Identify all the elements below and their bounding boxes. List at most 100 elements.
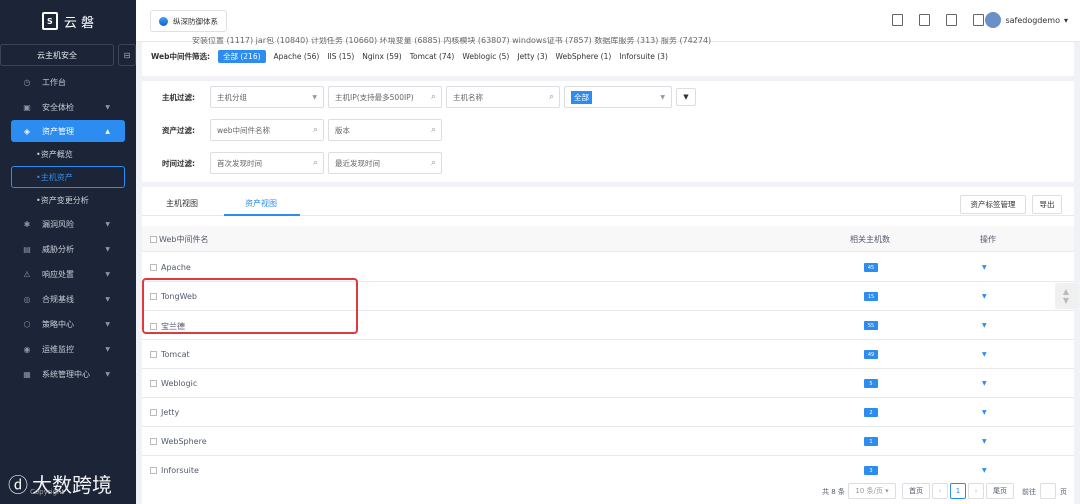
tab-host-view[interactable]: 主机视图 <box>166 198 198 209</box>
nav-policy-center[interactable]: ⬡ 策略中心 ▼ <box>0 312 136 337</box>
scroll-control[interactable]: ▲ ▼ <box>1055 283 1077 309</box>
response-icon: ⚠ <box>23 270 31 279</box>
search-icon[interactable]: ⌕ <box>431 92 436 102</box>
host-count-badge[interactable]: 15 <box>864 292 878 301</box>
nav-ops-monitor[interactable]: ◉ 运维监控 ▼ <box>0 337 136 362</box>
host-count-badge[interactable]: 49 <box>864 350 878 359</box>
prev-page-button[interactable]: ‹ <box>932 483 948 499</box>
web-filter-weblogic[interactable]: Weblogic (5) <box>462 52 509 61</box>
top-bar: 纵深防御体系 safedogdemo ▾ <box>136 0 1080 42</box>
goto-page-input[interactable] <box>1040 483 1056 499</box>
host-count-badge[interactable]: 3 <box>864 466 878 475</box>
search-icon[interactable]: ⌕ <box>431 158 436 168</box>
web-name-input[interactable]: web中间件名称 ⌕ <box>210 119 324 141</box>
row-checkbox[interactable] <box>150 409 157 416</box>
search-icon[interactable]: ⌕ <box>313 125 318 135</box>
dashboard-icon[interactable] <box>892 14 903 26</box>
expand-row-icon[interactable]: ▼ <box>982 264 987 271</box>
nav-workbench[interactable]: ◷ 工作台 <box>0 70 136 95</box>
host-group-select[interactable]: 主机分组 ▼ <box>210 86 324 108</box>
expand-row-icon[interactable]: ▼ <box>982 467 987 474</box>
status-select[interactable]: 全部 ▼ <box>564 86 672 108</box>
web-filter-nginx[interactable]: Nginx (59) <box>362 52 401 61</box>
pagination: 共 8 条 10 条/页 ▾ 首页 ‹ 1 › 尾页 前往 页 <box>142 480 1074 502</box>
host-count-badge[interactable]: 2 <box>864 408 878 417</box>
row-checkbox[interactable] <box>150 264 157 271</box>
web-filter-inforsuite[interactable]: Inforsuite (3) <box>619 52 668 61</box>
asset-tag-manage-button[interactable]: 资产标签管理 <box>960 195 1026 214</box>
export-button[interactable]: 导出 <box>1032 195 1062 214</box>
bug-icon: ✱ <box>23 220 31 229</box>
first-page-button[interactable]: 首页 <box>902 483 930 499</box>
host-count-badge[interactable]: 55 <box>864 321 878 330</box>
expand-row-icon[interactable]: ▼ <box>982 322 987 329</box>
last-found-time-input[interactable]: 最近发现时间 ⌕ <box>328 152 442 174</box>
web-filter-iis[interactable]: IIS (15) <box>327 52 354 61</box>
nav-asset-overview[interactable]: • 资产概览 <box>0 142 136 166</box>
version-input[interactable]: 版本 ⌕ <box>328 119 442 141</box>
search-icon[interactable]: ⌕ <box>313 158 318 168</box>
scroll-up-icon[interactable]: ▲ <box>1063 287 1069 296</box>
asset-filter-label: 资产过滤: <box>162 125 195 135</box>
row-checkbox[interactable] <box>150 467 157 474</box>
nav-asset-management[interactable]: ◈ 资产管理 ▲ <box>11 120 125 142</box>
last-page-button[interactable]: 尾页 <box>986 483 1014 499</box>
row-checkbox[interactable] <box>150 351 157 358</box>
logo-icon: S <box>41 12 58 30</box>
table-row: Weblogic 5 ▼ <box>142 369 1074 398</box>
system-logo-icon <box>159 16 168 26</box>
scroll-down-icon[interactable]: ▼ <box>1063 296 1069 305</box>
table-row: Tomcat 49 ▼ <box>142 340 1074 369</box>
expand-row-icon[interactable]: ▼ <box>982 409 987 416</box>
collapse-sidebar-icon[interactable]: ⊟ <box>118 44 136 66</box>
first-found-time-input[interactable]: 首次发现时间 ⌕ <box>210 152 324 174</box>
user-menu[interactable]: safedogdemo ▾ <box>985 12 1068 28</box>
web-filter-tomcat[interactable]: Tomcat (74) <box>410 52 455 61</box>
web-filter-all[interactable]: 全部 (216) <box>217 50 266 63</box>
web-filter-apache[interactable]: Apache (56) <box>274 52 320 61</box>
nav-compliance[interactable]: ◎ 合规基线 ▼ <box>0 287 136 312</box>
row-checkbox[interactable] <box>150 438 157 445</box>
chevron-down-icon: ▼ <box>105 321 110 328</box>
expand-row-icon[interactable]: ▼ <box>982 293 987 300</box>
asset-type-filter-row[interactable]: 安装位置 (1117) jar包 (10840) 计划任务 (10660) 环境… <box>192 37 711 45</box>
document-icon[interactable] <box>946 14 957 26</box>
host-ip-input[interactable]: 主机IP(支持最多500IP) ⌕ <box>328 86 442 108</box>
expand-row-icon[interactable]: ▼ <box>982 351 987 358</box>
row-checkbox[interactable] <box>150 380 157 387</box>
nav-response[interactable]: ⚠ 响应处置 ▼ <box>0 262 136 287</box>
web-filter-websphere[interactable]: WebSphere (1) <box>556 52 612 61</box>
caret-down-icon: ▾ <box>1063 15 1068 25</box>
total-count: 共 8 条 <box>822 488 845 496</box>
threat-icon: ▤ <box>23 245 31 254</box>
chevron-down-icon: ▾ <box>885 487 889 495</box>
table-row: Jetty 2 ▼ <box>142 398 1074 427</box>
highlight-annotation-box <box>142 278 358 334</box>
web-filter-jetty[interactable]: Jetty (3) <box>517 52 547 61</box>
select-all-checkbox[interactable] <box>150 236 157 243</box>
download-icon[interactable] <box>973 14 984 26</box>
nav-asset-change-analysis[interactable]: • 资产变更分析 <box>0 188 136 212</box>
search-icon[interactable]: ⌕ <box>431 125 436 135</box>
nav-threat-analysis[interactable]: ▤ 威胁分析 ▼ <box>0 237 136 262</box>
search-icon[interactable]: ⌕ <box>549 92 554 102</box>
grid-icon[interactable] <box>919 14 930 26</box>
page-size-select[interactable]: 10 条/页 ▾ <box>848 483 896 499</box>
host-count-badge[interactable]: 5 <box>864 379 878 388</box>
next-page-button[interactable]: › <box>968 483 984 499</box>
tab-asset-view[interactable]: 资产视图 <box>245 198 277 209</box>
page-1-button[interactable]: 1 <box>950 483 966 499</box>
nav-vuln-risk[interactable]: ✱ 漏洞风险 ▼ <box>0 212 136 237</box>
chevron-up-icon: ▲ <box>105 127 110 135</box>
cloud-host-security-button[interactable]: 云主机安全 <box>0 44 114 66</box>
system-tab[interactable]: 纵深防御体系 <box>150 10 227 32</box>
nav-system-management[interactable]: ▦ 系统管理中心 ▼ <box>0 362 136 387</box>
host-count-badge[interactable]: 45 <box>864 263 878 272</box>
expand-row-icon[interactable]: ▼ <box>982 438 987 445</box>
expand-row-icon[interactable]: ▼ <box>982 380 987 387</box>
nav-security-checkup[interactable]: ▣ 安全体检 ▼ <box>0 95 136 120</box>
host-name-input[interactable]: 主机名称 ⌕ <box>446 86 560 108</box>
expand-filter-button[interactable]: ▼ <box>676 88 696 106</box>
host-count-badge[interactable]: 1 <box>864 437 878 446</box>
nav-host-assets[interactable]: • 主机资产 <box>11 166 125 188</box>
